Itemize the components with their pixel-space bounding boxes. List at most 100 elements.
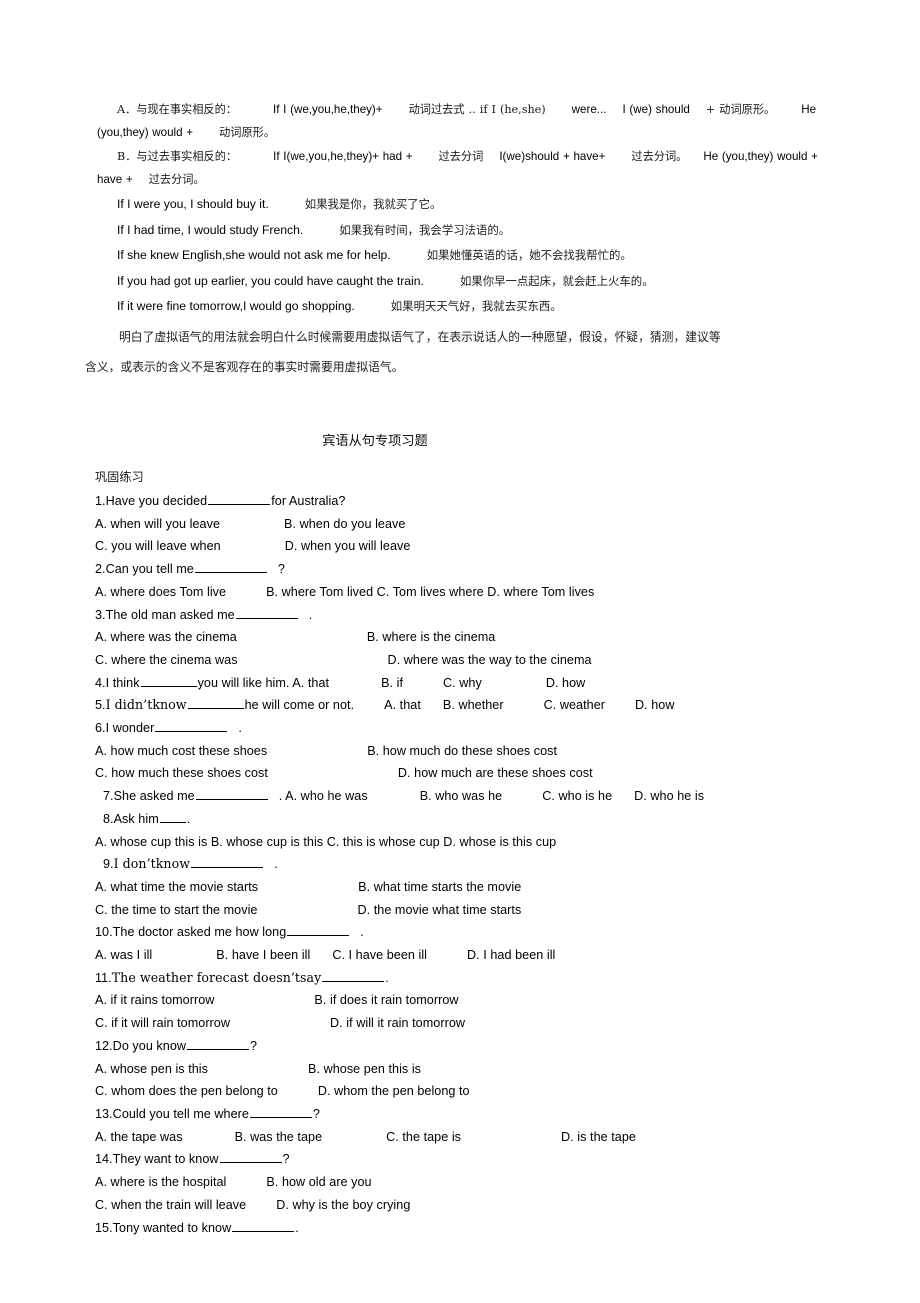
option[interactable]: B. was the tape (235, 1130, 323, 1144)
option[interactable]: A. whose pen is this (95, 1062, 208, 1076)
question-stem: 5.I didn’tknow he will come or not. A. tha… (95, 694, 855, 717)
option[interactable]: C. why (443, 676, 482, 690)
question-text-after: . A. who he was (278, 789, 368, 804)
option-row: A. where is the hospital B. how old are y… (95, 1171, 855, 1194)
option[interactable]: D. when you will leave (285, 539, 411, 553)
option[interactable]: B. have I been ill (216, 948, 310, 962)
option[interactable]: A. the tape was (95, 1130, 183, 1144)
question-stem: 8.Ask him. (95, 808, 855, 831)
option[interactable]: C. I have been ill (332, 948, 427, 962)
rule-b-part4: 过去分词。 (631, 150, 688, 163)
option[interactable]: B. how old are you (266, 1175, 371, 1189)
option[interactable]: C. if it will rain tomorrow (95, 1016, 230, 1030)
answer-blank[interactable] (249, 1106, 312, 1118)
option[interactable]: A. when will you leave (95, 517, 220, 531)
answer-blank[interactable] (155, 720, 228, 733)
answer-blank[interactable] (322, 970, 385, 982)
rule-a-part1: If I (we,you,he,they)+ (272, 103, 383, 116)
rule-b-part3: I(we)should + have+ (499, 150, 606, 163)
option[interactable]: C. who is he (542, 789, 612, 803)
option[interactable]: B. if (381, 676, 403, 690)
option[interactable]: D. I had been ill (467, 948, 555, 962)
example-en: If it were fine tomorrow,I would go shop… (117, 299, 355, 313)
question-stem: 3.The old man asked me. (95, 604, 855, 627)
answer-blank[interactable] (187, 697, 244, 710)
option[interactable]: D. how (635, 698, 675, 712)
option[interactable]: D. whom the pen belong to (318, 1084, 470, 1098)
question-text-before: She asked me (113, 789, 195, 804)
question-text-before: Can you tell me (105, 562, 194, 577)
option[interactable]: B. how much do these shoes cost (367, 744, 557, 758)
option[interactable]: C. the tape is (386, 1130, 461, 1144)
example-sentence: If she knew English,she would not ask me… (97, 243, 839, 269)
option[interactable]: B. if does it rain tomorrow (314, 993, 458, 1007)
option[interactable]: A. where was the cinema (95, 630, 237, 644)
question-text-after: ? (312, 1106, 320, 1121)
rule-a-part4: I (we) should (622, 103, 690, 116)
answer-blank[interactable] (208, 493, 271, 505)
option[interactable]: D. if will it rain tomorrow (330, 1016, 465, 1030)
option[interactable]: B. whether (443, 698, 504, 712)
answer-blank[interactable] (232, 1220, 295, 1232)
option[interactable]: A. where is the hospital (95, 1175, 226, 1189)
rule-b-label: B． (117, 150, 137, 163)
rule-a-part7: 动词原形。 (219, 126, 276, 139)
option[interactable]: C. whom does the pen belong to (95, 1084, 278, 1098)
question-text-before: Ask him (113, 811, 159, 826)
option[interactable]: A. if it rains tomorrow (95, 993, 214, 1007)
answer-blank[interactable] (287, 924, 350, 937)
answer-blank[interactable] (219, 1151, 282, 1164)
option[interactable]: B. when do you leave (284, 517, 405, 531)
option-row: C. if it will rain tomorrow D. if will it… (95, 1012, 855, 1035)
question-text-before: The weather forecast doesn’tsay (111, 969, 322, 985)
answer-blank[interactable] (195, 788, 268, 801)
option[interactable]: D. who he is (634, 789, 704, 803)
option[interactable]: C. how much these shoes cost (95, 766, 268, 780)
option[interactable]: B. whose pen this is (308, 1062, 421, 1076)
option[interactable]: A. that (384, 698, 421, 712)
answer-blank[interactable] (159, 811, 186, 823)
rule-b-name: 与过去事实相反的： (136, 150, 238, 163)
option[interactable]: D. the movie what time starts (357, 903, 521, 917)
question-text-before: I didn’tknow (105, 697, 187, 713)
option-row: C. where the cinema was D. where was the … (95, 649, 855, 672)
rule-a-part3: were... (571, 103, 607, 116)
answer-blank[interactable] (191, 856, 264, 869)
option[interactable]: A. where does Tom live (95, 585, 226, 599)
question-stem: 12.Do you know? (95, 1035, 855, 1058)
option-row: A. if it rains tomorrow B. if does it rai… (95, 989, 855, 1012)
option[interactable]: B. where Tom lived C. Tom lives where D.… (266, 585, 594, 599)
option[interactable]: D. how (546, 676, 586, 690)
option[interactable]: C. when the train will leave (95, 1198, 246, 1212)
option[interactable]: A. what time the movie starts (95, 880, 258, 894)
option[interactable]: B. what time starts the movie (358, 880, 521, 894)
option[interactable]: C. where the cinema was (95, 653, 238, 667)
option[interactable]: D. why is the boy crying (276, 1198, 410, 1212)
option[interactable]: C. you will leave when (95, 539, 221, 553)
answer-blank[interactable] (194, 561, 267, 574)
question-text-before: Could you tell me where (112, 1106, 249, 1121)
example-sentence: If I had time, I would study French. 如果我有… (97, 218, 839, 244)
answer-blank[interactable] (140, 675, 197, 687)
question-stem: 15.Tony wanted to know. (95, 1217, 855, 1240)
question-text-after: . (360, 925, 364, 940)
option[interactable]: B. where is the cinema (367, 630, 496, 644)
answer-blank[interactable] (187, 1038, 250, 1050)
option[interactable]: D. is the tape (561, 1130, 636, 1144)
option[interactable]: A. was I ill (95, 948, 152, 962)
option[interactable]: D. where was the way to the cinema (388, 653, 592, 667)
example-en: If I had time, I would study French. (117, 222, 304, 237)
document-page: A．与现在事实相反的： If I (we,you,he,they)+ 动词过去式 .… (0, 0, 920, 1303)
question-number: 10. (95, 925, 113, 940)
option[interactable]: A. how much cost these shoes (95, 744, 267, 758)
question-text-before: The old man asked me (105, 607, 235, 622)
option[interactable]: B. who was he (420, 789, 503, 803)
answer-blank[interactable] (235, 607, 298, 619)
option[interactable]: C. the time to start the movie (95, 903, 257, 917)
page-title: 宾语从句专项习题 (322, 434, 428, 449)
summary-paragraph-line2: 含义，或表示的含义不是客观存在的事实时需要用虚拟语气。 (85, 359, 404, 374)
option[interactable]: D. how much are these shoes cost (398, 766, 593, 780)
question-text-after: ? (282, 1152, 290, 1167)
option[interactable]: C. weather (544, 698, 605, 712)
option[interactable]: A. whose cup this is B. whose cup is thi… (95, 835, 556, 849)
